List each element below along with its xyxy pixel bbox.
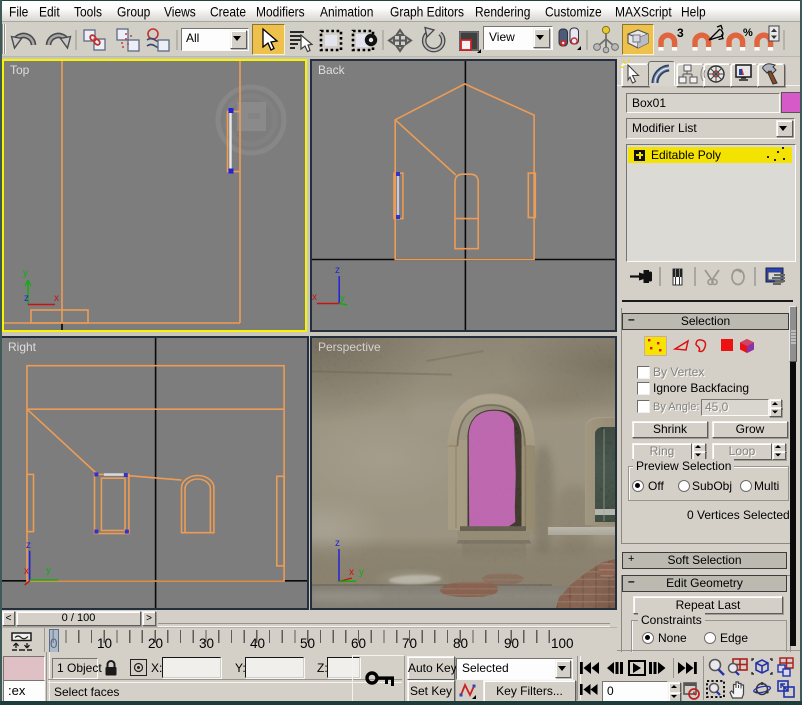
svg-text:z: z (26, 540, 31, 551)
svg-text:x: x (349, 567, 354, 578)
svg-text:y: y (340, 293, 345, 304)
svg-text:z: z (335, 538, 340, 549)
svg-text:z: z (24, 293, 29, 304)
svg-text:y: y (23, 268, 28, 279)
svg-text:x: x (24, 566, 29, 577)
svg-text:x: x (312, 292, 317, 303)
svg-text:x: x (54, 293, 59, 304)
svg-text:y: y (46, 565, 51, 576)
svg-text:3: 3 (677, 26, 684, 40)
svg-text:z: z (335, 265, 340, 276)
svg-text:y: y (359, 567, 364, 578)
svg-text:%: % (743, 27, 753, 39)
